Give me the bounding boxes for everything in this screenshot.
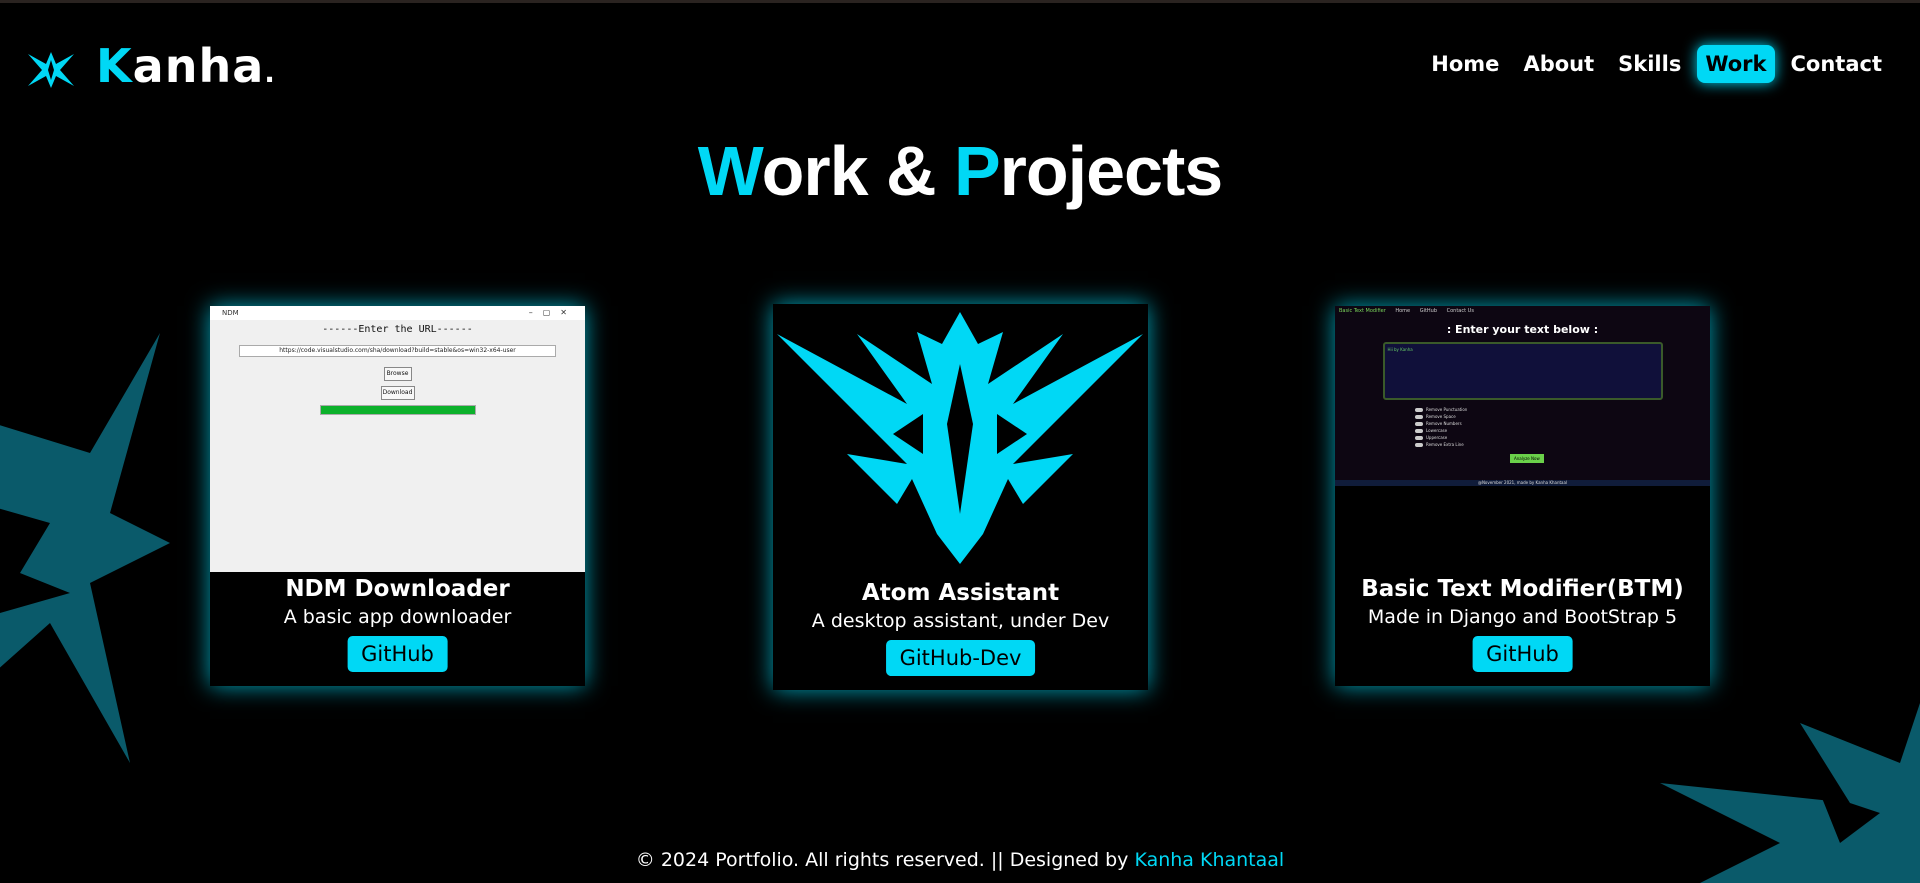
card-title: Atom Assistant (861, 580, 1060, 606)
btm-analyze-button: Analyze Now (1510, 454, 1544, 463)
site-footer: © 2024 Portfolio. All rights reserved. |… (0, 849, 1920, 871)
footer-author-link[interactable]: Kanha Khantaal (1134, 849, 1284, 871)
card-description: Made in Django and BootStrap 5 (1367, 606, 1678, 628)
card-title: Basic Text Modifier(BTM) (1361, 576, 1684, 602)
btm-footer: @November 2021, made by Kanha Khantaal (1335, 480, 1710, 486)
nav-skills[interactable]: Skills (1610, 45, 1689, 83)
decorative-spike-shape (0, 333, 170, 763)
card-description: A basic app downloader (283, 606, 512, 628)
atom-logo-icon (777, 312, 1143, 564)
project-card-atom: Atom Assistant A desktop assistant, unde… (773, 304, 1148, 690)
btm-navbar: Basic Text Modifier Home GitHub Contact … (1339, 308, 1474, 314)
main-nav: Home About Skills Work Contact (1423, 45, 1890, 83)
card-description: A desktop assistant, under Dev (811, 610, 1110, 632)
ndm-label: ------Enter the URL------ (322, 324, 473, 335)
window-controls-icon: –▢✕ (528, 308, 577, 317)
page-title: Work & Projects (697, 132, 1223, 210)
btm-screenshot: Basic Text Modifier Home GitHub Contact … (1335, 306, 1710, 572)
github-button[interactable]: GitHub (1472, 636, 1573, 672)
ndm-browse-button: Browse (383, 367, 412, 381)
project-card-ndm: NDM –▢✕ ------Enter the URL------ https:… (210, 306, 585, 686)
github-button[interactable]: GitHub (347, 636, 448, 672)
btm-textarea: Hii by Kanha (1382, 342, 1663, 400)
site-logo[interactable]: Kanha. (26, 41, 276, 98)
ndm-download-button: Download (380, 386, 415, 400)
nav-about[interactable]: About (1515, 45, 1602, 83)
ndm-url-field: https://code.visualstudio.com/sha/downlo… (239, 345, 556, 357)
atom-image (773, 304, 1148, 576)
card-title: NDM Downloader (285, 576, 510, 602)
ndm-progress-bar (319, 405, 476, 415)
btm-page: Basic Text Modifier Home GitHub Contact … (1335, 306, 1710, 486)
btm-options: Remove Punctuation Remove Space Remove N… (1415, 406, 1467, 448)
ndm-titlebar: NDM –▢✕ (210, 306, 585, 320)
nav-work[interactable]: Work (1697, 45, 1775, 83)
btm-heading: : Enter your text below : (1446, 323, 1599, 336)
github-dev-button[interactable]: GitHub-Dev (885, 640, 1036, 676)
nav-contact[interactable]: Contact (1783, 45, 1891, 83)
site-header: Kanha. Home About Skills Work Contact (0, 3, 1920, 123)
ndm-screenshot: NDM –▢✕ ------Enter the URL------ https:… (210, 306, 585, 572)
footer-text: © 2024 Portfolio. All rights reserved. |… (635, 849, 1129, 871)
atom-logo-icon (28, 51, 74, 88)
project-card-btm: Basic Text Modifier Home GitHub Contact … (1335, 306, 1710, 686)
ndm-progress-fill (320, 406, 475, 414)
nav-home[interactable]: Home (1423, 45, 1507, 83)
logo-text: Kanha. (96, 39, 276, 93)
